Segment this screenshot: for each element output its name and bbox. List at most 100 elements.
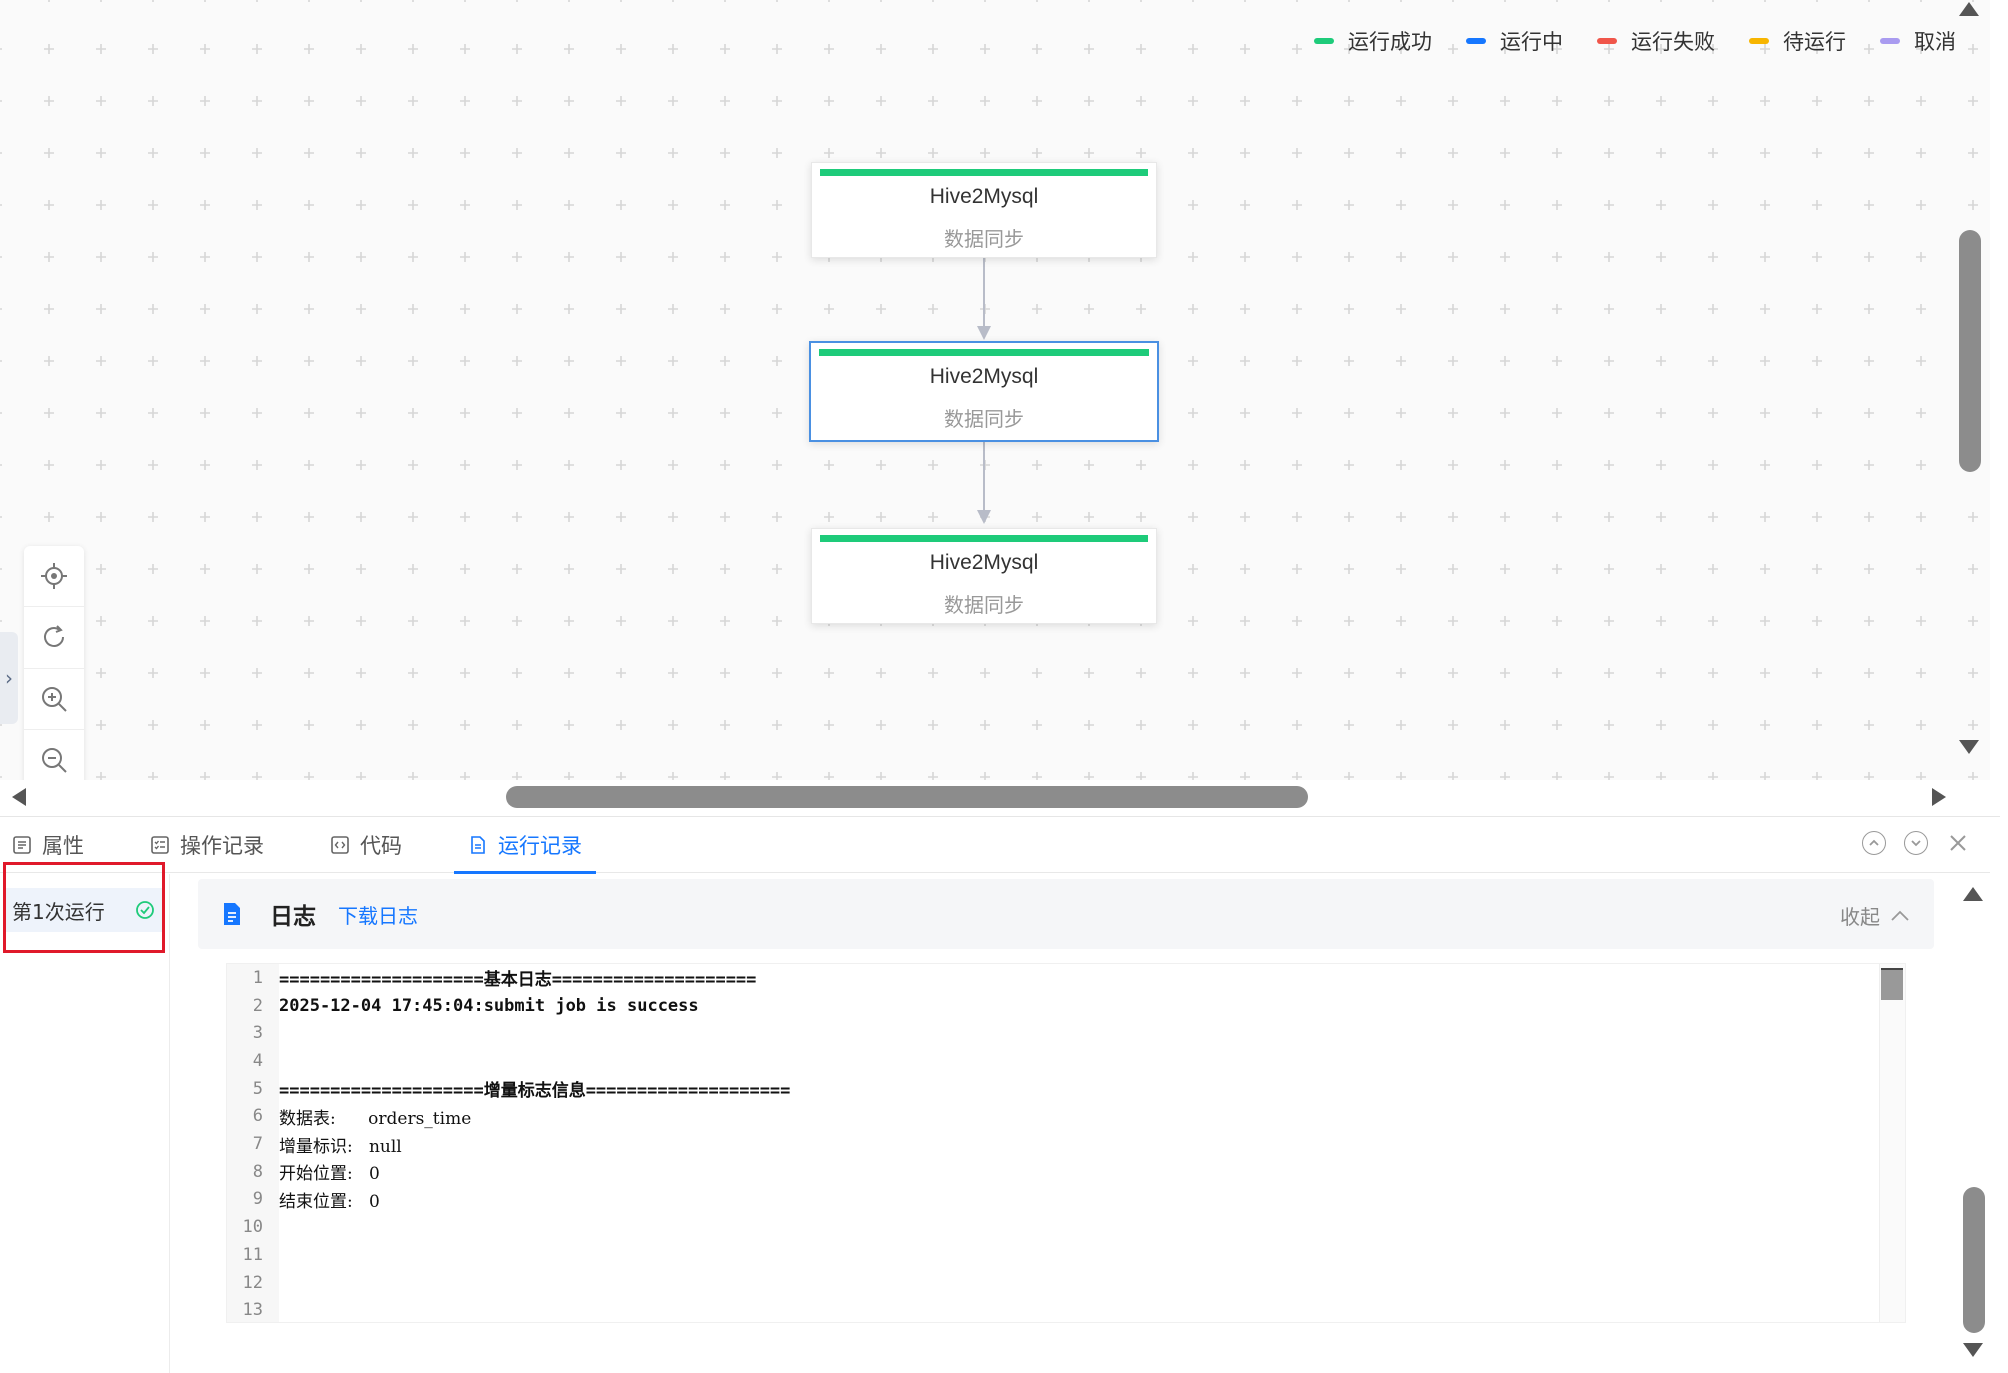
node-subtitle: 数据同步 — [944, 407, 1024, 431]
log-line: 9 结束位置: 0 — [227, 1186, 380, 1214]
zoom-out-button[interactable] — [24, 730, 84, 780]
log-header: 日志 下载日志 收起 — [198, 879, 1934, 949]
legend-item-running: 运行中 — [1466, 26, 1563, 56]
expand-down-button[interactable] — [1904, 831, 1928, 855]
tab-label: 代码 — [360, 833, 402, 858]
dag-node-3[interactable]: Hive2Mysql 数据同步 — [811, 528, 1157, 624]
node-status-bar — [820, 169, 1148, 176]
tab-code[interactable]: 代码 — [316, 817, 416, 873]
legend-item-failed: 运行失败 — [1597, 26, 1715, 56]
line-text: ====================基本日志================… — [279, 970, 757, 991]
scroll-thumb[interactable] — [1963, 1187, 1985, 1333]
legend-label: 取消 — [1914, 30, 1956, 54]
scroll-up-icon[interactable] — [1959, 2, 1979, 16]
log-line: 2 2025-12-04 17:45:04:submit job is succe… — [227, 992, 699, 1020]
zoom-in-button[interactable] — [24, 669, 84, 730]
line-number: 7 — [252, 1134, 263, 1155]
tab-run-records[interactable]: 运行记录 — [454, 817, 596, 874]
document-icon — [471, 835, 485, 854]
chevron-right-icon: › — [5, 666, 13, 690]
line-text: 2025-12-04 17:45:04:submit job is succes… — [279, 995, 699, 1016]
legend-item-cancelled: 取消 — [1880, 26, 1956, 56]
line-number: 11 — [242, 1244, 263, 1265]
locate-button[interactable] — [24, 546, 84, 608]
dag-node-1[interactable]: Hive2Mysql 数据同步 — [811, 162, 1157, 258]
panel-actions — [1862, 831, 1970, 855]
legend-swatch — [1749, 38, 1769, 44]
scroll-thumb[interactable] — [506, 786, 1308, 808]
tab-label: 操作记录 — [180, 833, 264, 858]
node-status-bar — [819, 349, 1149, 356]
legend-swatch — [1314, 38, 1334, 44]
tab-label: 属性 — [42, 833, 84, 858]
log-line: 13 — [227, 1296, 279, 1322]
tab-properties[interactable]: 属性 — [0, 817, 98, 873]
expand-up-button[interactable] — [1862, 831, 1886, 855]
log-line: 6 数据表: orders_time — [227, 1103, 472, 1131]
legend-item-pending: 待运行 — [1749, 26, 1846, 56]
line-number: 2 — [252, 995, 263, 1016]
download-log-link[interactable]: 下载日志 — [338, 900, 418, 929]
bottom-panel: 属性 操作记录 代码 运行记录 第1次运行 日志 下载日志 收起 1 =====… — [0, 816, 2000, 1373]
legend-label: 运行中 — [1500, 30, 1563, 54]
refresh-icon — [44, 625, 64, 648]
line-text: ====================增量标志信息==============… — [279, 1081, 791, 1102]
dag-canvas[interactable]: 运行成功 运行中 运行失败 待运行 取消 Hive2Mysql 数据同步 Hiv… — [0, 0, 1990, 780]
panel-vertical-scrollbar[interactable] — [1960, 887, 1986, 1357]
tab-label: 运行记录 — [498, 833, 582, 858]
log-scrollbar[interactable] — [1879, 964, 1905, 1322]
log-viewer[interactable]: 1 ====================基本日志===============… — [226, 963, 1906, 1323]
collapse-log-button[interactable]: 收起 — [1840, 901, 1910, 930]
refresh-button[interactable] — [24, 607, 84, 669]
scroll-left-icon[interactable] — [12, 788, 26, 806]
canvas-vertical-scrollbar[interactable] — [1956, 0, 1982, 780]
log-line: 12 — [227, 1269, 279, 1297]
log-line: 8 开始位置: 0 — [227, 1158, 380, 1186]
scroll-right-icon[interactable] — [1932, 788, 1946, 806]
dag-node-2[interactable]: Hive2Mysql 数据同步 — [809, 341, 1159, 442]
line-text: 增量标识: null — [279, 1136, 402, 1157]
scroll-up-icon[interactable] — [1963, 887, 1983, 901]
node-status-bar — [820, 535, 1148, 542]
canvas-toolbar — [24, 546, 84, 780]
scroll-thumb[interactable] — [1959, 230, 1981, 472]
line-text: 开始位置: 0 — [279, 1164, 380, 1185]
scroll-thumb[interactable] — [1881, 968, 1903, 1000]
node-title: Hive2Mysql — [929, 365, 1039, 388]
log-line: 4 — [227, 1047, 279, 1075]
log-line: 11 — [227, 1241, 279, 1269]
line-number: 12 — [242, 1272, 263, 1293]
line-number: 13 — [242, 1300, 263, 1321]
legend-label: 运行失败 — [1631, 30, 1715, 54]
canvas-horizontal-scrollbar[interactable] — [0, 780, 1960, 812]
legend-swatch — [1466, 38, 1486, 44]
zoom-out-icon — [42, 747, 67, 773]
node-title: Hive2Mysql — [929, 551, 1039, 574]
log-line: 7 增量标识: null — [227, 1130, 402, 1158]
line-number: 8 — [252, 1161, 263, 1182]
checklist-icon — [151, 835, 169, 854]
panel-tabs: 属性 操作记录 代码 运行记录 — [0, 817, 1990, 874]
check-circle-icon — [136, 901, 154, 919]
run-list: 第1次运行 — [0, 874, 170, 1373]
locate-icon — [41, 563, 67, 590]
status-legend: 运行成功 运行中 运行失败 待运行 取消 — [1314, 26, 1956, 56]
chevron-up-icon — [1891, 910, 1909, 921]
chevron-up-icon — [1869, 839, 1879, 846]
run-item-1[interactable]: 第1次运行 — [6, 888, 162, 932]
line-number: 1 — [252, 967, 263, 988]
side-panel-toggle[interactable]: › — [0, 632, 18, 724]
legend-label: 运行成功 — [1348, 30, 1432, 54]
log-line: 3 — [227, 1019, 279, 1047]
file-text-icon — [224, 903, 240, 925]
line-text: 结束位置: 0 — [279, 1191, 380, 1212]
close-icon — [1950, 835, 1966, 851]
legend-swatch — [1597, 38, 1617, 44]
chevron-down-icon — [1911, 840, 1921, 847]
log-line: 10 — [227, 1213, 279, 1241]
scroll-down-icon[interactable] — [1963, 1343, 1983, 1357]
legend-swatch — [1880, 38, 1900, 44]
scroll-down-icon[interactable] — [1959, 740, 1979, 754]
close-panel-button[interactable] — [1946, 831, 1970, 855]
tab-operation-log[interactable]: 操作记录 — [136, 817, 278, 873]
